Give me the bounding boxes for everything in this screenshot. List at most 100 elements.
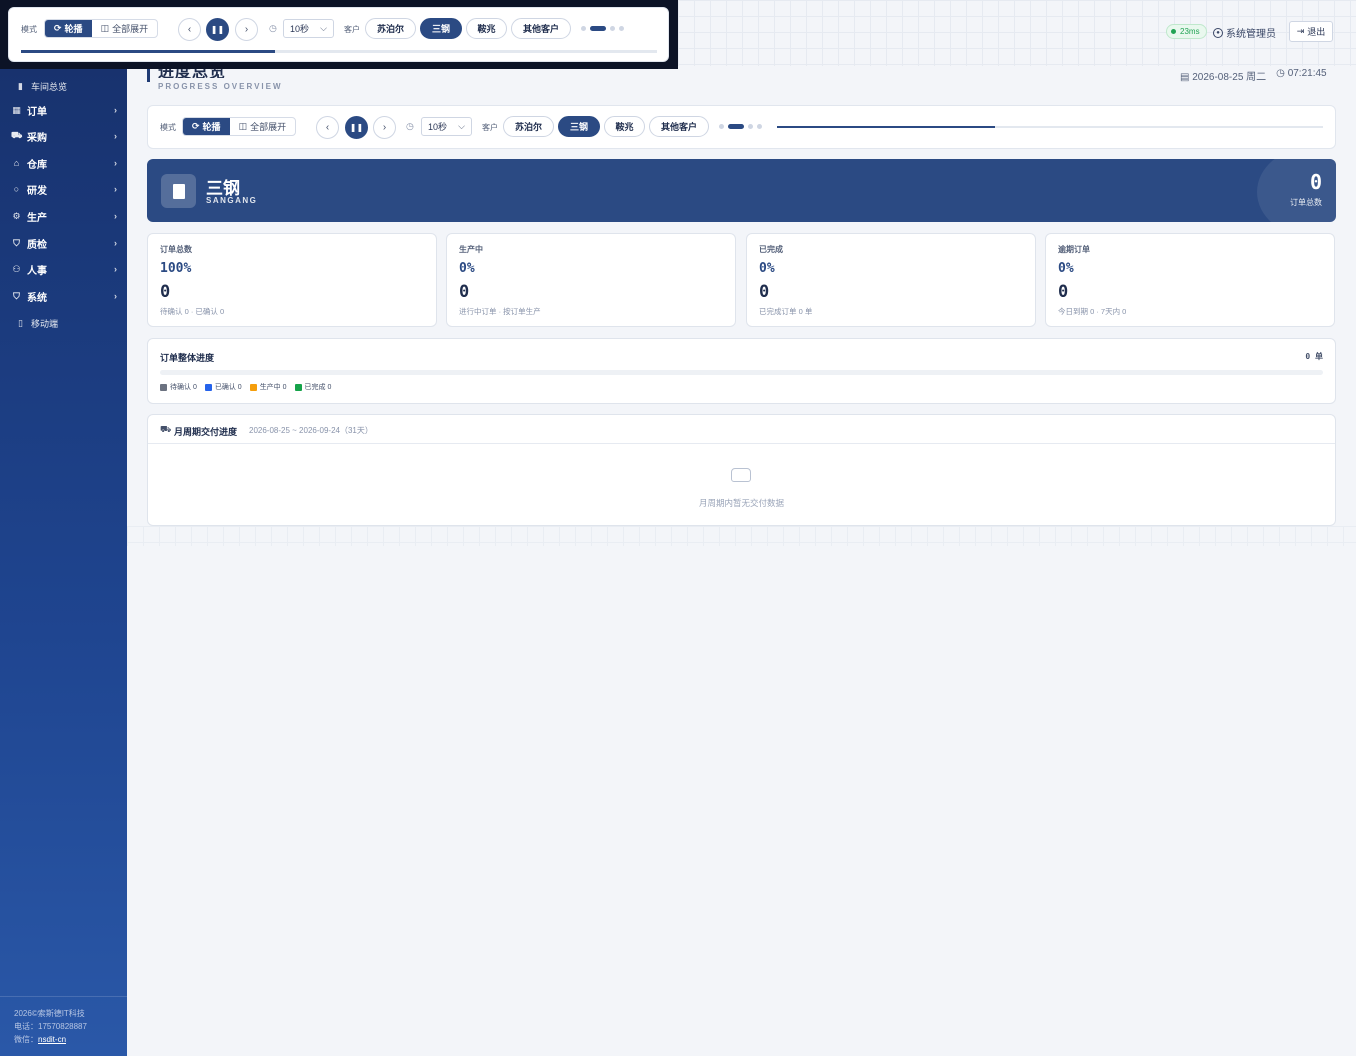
- stat-percent: 100%: [160, 261, 192, 276]
- customer-pill[interactable]: 其他客户: [649, 116, 709, 137]
- sidebar-item-system[interactable]: ⛉ 系统 ›: [0, 284, 127, 308]
- customer-pill[interactable]: 其他客户: [511, 18, 571, 39]
- chevron-right-icon: ›: [114, 184, 117, 194]
- mode-toggle: ⟳ 轮播 ◫ 全部展开: [182, 117, 297, 136]
- customer-pill-active[interactable]: 三钢: [558, 116, 600, 137]
- interval-select[interactable]: 10秒 ⌵: [421, 117, 472, 136]
- home-icon: ⌂: [13, 158, 20, 168]
- carousel-dot[interactable]: [719, 124, 724, 129]
- shield-icon: ⛉: [13, 237, 20, 248]
- refresh-icon: ⟳: [54, 23, 62, 33]
- file-icon: ▮: [18, 80, 23, 91]
- stat-label: 逾期订单: [1058, 245, 1090, 254]
- carousel-progress-fill: [21, 50, 276, 53]
- columns-icon: ◫: [238, 121, 248, 131]
- sidebar-item-mobile[interactable]: ▯ 移动端: [0, 311, 127, 335]
- empty-inbox-icon: [731, 468, 751, 482]
- sidebar-item-warehouse[interactable]: ⌂ 仓库 ›: [0, 151, 127, 175]
- next-button[interactable]: ›: [373, 116, 396, 139]
- stat-note: 待确认 0 · 已确认 0: [160, 307, 225, 316]
- stat-card-total: 订单总数 100% 0 待确认 0 · 已确认 0: [147, 233, 437, 327]
- legend-item: 生产中 0: [249, 382, 287, 392]
- sidebar-item-production[interactable]: ⚙ 生产 ›: [0, 204, 127, 228]
- page-subtitle: PROGRESS OVERVIEW: [158, 82, 283, 91]
- mode-label: 模式: [21, 25, 37, 34]
- delivery-progress-panel: ⛟ 月周期交付进度 2026-08-25 ~ 2026-09-24（31天） 月…: [147, 414, 1336, 526]
- stat-card-in-production: 生产中 0% 0 进行中订单 · 按订单生产: [446, 233, 736, 327]
- delivery-date-range: 2026-08-25 ~ 2026-09-24（31天）: [249, 426, 373, 435]
- chevron-left-icon: ‹: [325, 122, 330, 133]
- datetime: ▤ 2026-08-25 周二 ◷ 07:21:45: [1180, 68, 1327, 83]
- progress-legend: 待确认 0 已确认 0 生产中 0 已完成 0: [160, 382, 331, 392]
- carousel-progress-fill: [777, 126, 996, 128]
- chevron-right-icon: ›: [244, 24, 249, 35]
- carousel-dot[interactable]: [748, 124, 753, 129]
- chevron-down-icon: ⌵: [458, 121, 465, 131]
- legend-swatch: [204, 383, 212, 391]
- stat-percent: 0%: [1058, 261, 1074, 276]
- stat-value: 0: [459, 282, 470, 302]
- stat-card-completed: 已完成 0% 0 已完成订单 0 单: [746, 233, 1036, 327]
- content-footer-grid: [127, 526, 1356, 546]
- sidebar: ▮ 车间总览 ▦ 订单 › ⛟ 采购 › ⌂ 仓库 › ○ 研发 › ⚙ 生产 › ⛉ 质检 › ⚇ 人事 ›…: [0, 0, 127, 1056]
- carousel-dot[interactable]: [581, 26, 586, 31]
- sidebar-item-qc[interactable]: ⛉ 质检 ›: [0, 231, 127, 255]
- stat-percent: 0%: [759, 261, 775, 276]
- prev-button[interactable]: ‹: [178, 18, 201, 41]
- order-total-label: 订单总数: [1290, 198, 1322, 207]
- logout-button[interactable]: ⇥ 退出: [1289, 21, 1333, 42]
- customer-pill[interactable]: 鞍兆: [604, 116, 645, 137]
- stat-label: 已完成: [759, 245, 783, 254]
- sidebar-footer: 2026©索斯德IT科技 电话：17570828887 微信：nsdit-cn: [0, 996, 127, 1056]
- legend-swatch: [160, 383, 167, 391]
- carousel-dot[interactable]: [757, 124, 762, 129]
- wechat-link[interactable]: nsdit-cn: [38, 1035, 66, 1044]
- customer-pill[interactable]: 苏泊尔: [503, 116, 554, 137]
- customer-pill[interactable]: 苏泊尔: [365, 18, 416, 39]
- legend-swatch: [294, 383, 302, 391]
- overall-progress-bar: [160, 370, 1323, 375]
- chevron-left-icon: ‹: [187, 24, 192, 35]
- stat-value: 0: [1058, 282, 1069, 302]
- sidebar-item-purchase[interactable]: ⛟ 采购 ›: [0, 124, 127, 148]
- mode-expand-button[interactable]: ◫ 全部展开: [92, 20, 158, 37]
- sidebar-item-workshop-overview[interactable]: ▮ 车间总览: [0, 74, 127, 98]
- sidebar-item-orders[interactable]: ▦ 订单 ›: [0, 98, 127, 122]
- user-menu[interactable]: ● 系统管理员: [1213, 25, 1276, 40]
- prev-button[interactable]: ‹: [316, 116, 339, 139]
- stat-label: 订单总数: [160, 245, 192, 254]
- legend-item: 已确认 0: [204, 382, 242, 392]
- overall-order-count: 0 单: [1305, 352, 1323, 361]
- carousel-progress-track: [777, 126, 1323, 128]
- legend-item: 已完成 0: [294, 382, 331, 392]
- customer-pill-active[interactable]: 三钢: [420, 18, 462, 39]
- customer-pill[interactable]: 鞍兆: [466, 18, 507, 39]
- order-total-value: 0: [1309, 170, 1322, 194]
- pause-button[interactable]: ❚❚: [206, 18, 229, 41]
- chevron-right-icon: ›: [114, 131, 117, 141]
- decorative-circle: [1257, 159, 1336, 222]
- carousel-dot-active[interactable]: [728, 124, 744, 129]
- carousel-dots: [719, 124, 762, 129]
- sidebar-item-hr[interactable]: ⚇ 人事 ›: [0, 257, 127, 281]
- pause-icon: ❚❚: [349, 123, 364, 132]
- carousel-dot[interactable]: [610, 26, 615, 31]
- stat-note: 今日到期 0 · 7天内 0: [1058, 307, 1127, 316]
- chevron-right-icon: ›: [114, 211, 117, 221]
- carousel-dot[interactable]: [619, 26, 624, 31]
- empty-state-text: 月周期内暂无交付数据: [698, 498, 784, 508]
- carousel-dot-active[interactable]: [590, 26, 606, 31]
- mode-expand-button[interactable]: ◫ 全部展开: [230, 118, 296, 135]
- sidebar-item-rnd[interactable]: ○ 研发 ›: [0, 177, 127, 201]
- stat-card-overdue: 逾期订单 0% 0 今日到期 0 · 7天内 0: [1045, 233, 1335, 327]
- stat-note: 进行中订单 · 按订单生产: [459, 307, 541, 316]
- chevron-right-icon: ›: [114, 264, 117, 274]
- mode-carousel-button[interactable]: ⟳ 轮播: [183, 118, 230, 135]
- delivery-panel-header: ⛟ 月周期交付进度 2026-08-25 ~ 2026-09-24（31天）: [148, 415, 1335, 444]
- stat-value: 0: [759, 282, 770, 302]
- next-button[interactable]: ›: [235, 18, 258, 41]
- pause-button[interactable]: ❚❚: [345, 116, 368, 139]
- mode-carousel-button[interactable]: ⟳ 轮播: [45, 20, 92, 37]
- interval-select[interactable]: 10秒 ⌵: [283, 19, 334, 38]
- phone-icon: ▯: [18, 317, 23, 328]
